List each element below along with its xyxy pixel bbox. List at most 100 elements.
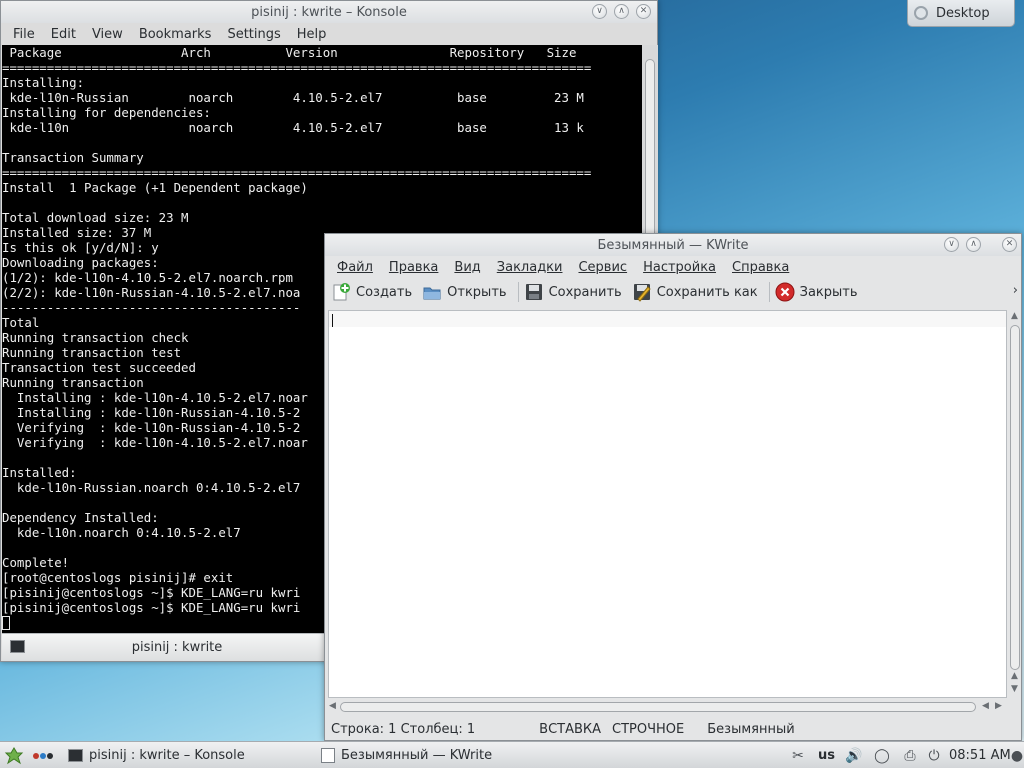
cursor-position: Строка: 1 Столбец: 1 <box>331 721 476 737</box>
save-button-label: Сохранить <box>548 284 622 300</box>
terminal-line: Install 1 Package (+1 Dependent package) <box>2 180 308 195</box>
minimize-icon: ∨ <box>596 6 603 16</box>
terminal-cursor <box>2 616 10 630</box>
launcher-icon <box>4 746 24 764</box>
desktop-label: Desktop <box>936 5 990 21</box>
terminal-icon <box>68 749 83 762</box>
konsole-tab-label[interactable]: pisinij : kwrite <box>2 640 352 655</box>
menu-settings[interactable]: Настройка <box>635 260 724 275</box>
clock[interactable]: 08:51 AM <box>949 742 1011 768</box>
terminal-line: Total download size: 23 M <box>2 210 189 225</box>
terminal-line: Installing: <box>2 75 85 90</box>
kwrite-titlebar[interactable]: Безымянный — KWrite ∨ ∧ ✕ <box>325 234 1021 256</box>
terminal-line: ========================================… <box>2 165 592 180</box>
konsole-titlebar[interactable]: pisinij : kwrite – Konsole ∨ ∧ ✕ <box>1 1 657 23</box>
editor-vertical-scrollbar[interactable]: ▲ ▲ ▼ <box>1009 310 1021 698</box>
konsole-title: pisinij : kwrite – Konsole <box>251 4 407 20</box>
new-button-label: Создать <box>356 284 413 300</box>
current-line-highlight <box>329 311 1006 327</box>
toolbar-overflow-icon[interactable]: › <box>1013 283 1018 298</box>
kwrite-menubar: Файл Правка Вид Закладки Сервис Настройк… <box>325 256 1021 278</box>
keyboard-layout[interactable]: us <box>818 742 835 768</box>
menu-tools[interactable]: Сервис <box>570 260 635 275</box>
open-button-label: Открыть <box>447 284 507 300</box>
printer-icon[interactable]: ⎙ <box>901 747 919 765</box>
kwrite-window: Безымянный — KWrite ∨ ∧ ✕ Файл Правка Ви… <box>324 233 1022 741</box>
text-editor-area[interactable] <box>328 310 1007 698</box>
close-document-icon <box>775 282 795 302</box>
activity-dots-icon <box>33 752 53 759</box>
new-button[interactable]: Создать <box>329 279 420 305</box>
kwrite-icon <box>321 748 335 763</box>
close-button[interactable]: ✕ <box>1002 237 1017 252</box>
terminal-line: kde-l10n-Russian noarch 4.10.5-2.el7 bas… <box>2 90 584 105</box>
activity-switcher[interactable] <box>32 742 54 768</box>
panel-toolbox-icon[interactable]: ● <box>1008 747 1024 765</box>
insert-mode[interactable]: ВСТАВКА <box>539 722 601 737</box>
terminal-line: Installing for dependencies: <box>2 105 211 120</box>
menu-settings[interactable]: Settings <box>219 27 288 42</box>
task-konsole[interactable]: pisinij : kwrite – Konsole <box>68 742 245 768</box>
scroll-down-icon[interactable]: ▼ <box>1011 684 1018 694</box>
kwrite-title: Безымянный — KWrite <box>597 237 749 253</box>
menu-bookmarks[interactable]: Закладки <box>489 260 571 275</box>
open-button[interactable]: Открыть <box>420 279 514 305</box>
close-document-button-label: Закрыть <box>799 284 858 300</box>
maximize-button[interactable]: ∧ <box>614 4 629 19</box>
task-kwrite[interactable]: Безымянный — KWrite <box>321 742 492 768</box>
editor-horizontal-scrollbar-thumb[interactable] <box>340 702 976 712</box>
close-button[interactable]: ✕ <box>636 4 651 19</box>
kwrite-toolbar: Создать Открыть Сохранить Сохранить как <box>325 278 1021 306</box>
power-icon[interactable]: ⏻ <box>925 747 943 765</box>
menu-help[interactable]: Справка <box>724 260 797 275</box>
minimize-icon: ∨ <box>948 239 955 249</box>
toolbar-separator <box>517 282 519 302</box>
close-icon: ✕ <box>639 6 648 16</box>
save-as-icon <box>632 282 652 302</box>
maximize-button[interactable]: ∧ <box>966 237 981 252</box>
menu-bookmarks[interactable]: Bookmarks <box>131 27 220 42</box>
toolbar-separator <box>768 282 770 302</box>
document-name: Безымянный <box>707 721 795 737</box>
kwrite-statusbar: Строка: 1 Столбец: 1 ВСТАВКА СТРОЧНОЕ Бе… <box>325 718 1021 740</box>
menu-edit[interactable]: Правка <box>381 260 446 275</box>
desktop-activity-widget[interactable]: Desktop <box>907 0 1015 27</box>
klipper-icon[interactable]: ✂ <box>789 747 807 765</box>
application-launcher[interactable] <box>4 742 24 768</box>
save-as-button-label: Сохранить как <box>656 284 758 300</box>
scroll-left-icon[interactable]: ◀ <box>982 701 989 711</box>
menu-view[interactable]: Вид <box>446 260 488 275</box>
minimize-button[interactable]: ∨ <box>592 4 607 19</box>
save-icon <box>524 282 544 302</box>
editor-vertical-scrollbar-thumb[interactable] <box>1010 325 1020 670</box>
menu-file[interactable]: Файл <box>329 260 381 275</box>
menu-help[interactable]: Help <box>289 27 335 42</box>
close-icon: ✕ <box>1005 239 1014 249</box>
network-icon[interactable]: ◯ <box>873 747 891 765</box>
konsole-scrollbar-thumb[interactable] <box>645 59 655 259</box>
menu-edit[interactable]: Edit <box>43 27 84 42</box>
terminal-line: ========================================… <box>2 60 592 75</box>
terminal-line: Transaction Summary <box>2 150 144 165</box>
selection-mode[interactable]: СТРОЧНОЕ <box>612 722 684 737</box>
editor-horizontal-scrollbar[interactable]: ◀ ◀ ▶ <box>328 700 1007 714</box>
text-caret <box>332 314 333 327</box>
maximize-icon: ∧ <box>970 239 977 249</box>
task-konsole-label: pisinij : kwrite – Konsole <box>89 748 245 763</box>
maximize-icon: ∧ <box>618 6 625 16</box>
close-document-button[interactable]: Закрыть <box>773 279 866 305</box>
new-document-icon <box>331 282 351 302</box>
menu-file[interactable]: File <box>5 27 43 42</box>
scroll-up-icon[interactable]: ▲ <box>1011 311 1018 321</box>
menu-view[interactable]: View <box>84 27 131 42</box>
konsole-menubar: File Edit View Bookmarks Settings Help <box>1 23 657 45</box>
save-button[interactable]: Сохранить <box>522 279 630 305</box>
volume-icon[interactable]: 🔊 <box>845 747 863 765</box>
save-as-button[interactable]: Сохранить как <box>630 279 766 305</box>
minimize-button[interactable]: ∨ <box>944 237 959 252</box>
scroll-left-icon[interactable]: ◀ <box>329 701 336 711</box>
scroll-up-icon[interactable]: ▲ <box>1011 671 1018 681</box>
scroll-right-icon[interactable]: ▶ <box>995 701 1002 711</box>
